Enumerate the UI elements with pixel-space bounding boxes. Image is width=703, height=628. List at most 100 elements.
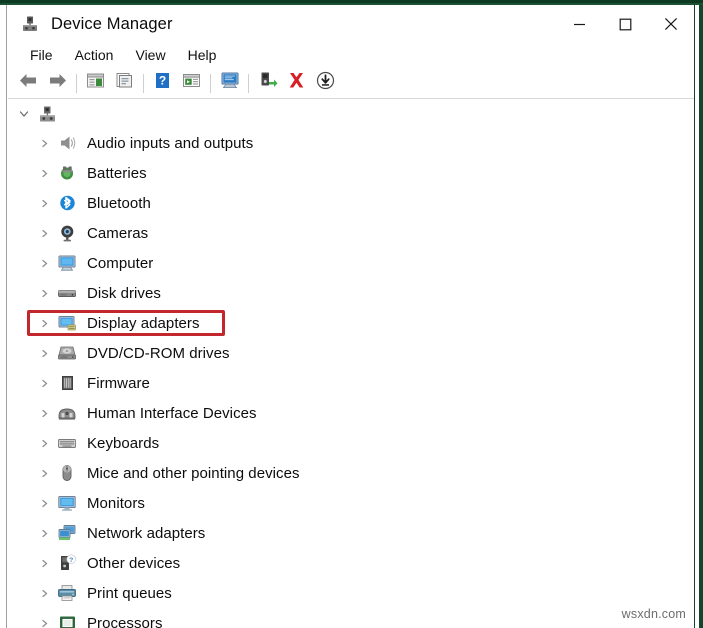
help-button[interactable]: ? (148, 70, 177, 96)
chevron-right-icon[interactable] (35, 164, 53, 182)
computer-icon (56, 253, 78, 273)
minimize-button[interactable] (556, 5, 602, 43)
properties-icon (115, 72, 134, 94)
menu-item-view[interactable]: View (124, 45, 176, 66)
chevron-right-icon[interactable] (35, 434, 53, 452)
install-legacy-hardware-button[interactable] (311, 70, 340, 96)
tree-item-label: Batteries (87, 165, 147, 182)
processor-icon (56, 613, 78, 628)
uninstall-device-button[interactable] (282, 70, 311, 96)
device-tree[interactable]: Audio inputs and outputs Batteries (9, 100, 693, 628)
chevron-right-icon[interactable] (35, 524, 53, 542)
menu-bar: File Action View Help (8, 43, 694, 68)
chevron-right-icon[interactable] (35, 374, 53, 392)
tree-item-print-queues[interactable]: Print queues (9, 578, 693, 608)
back-arrow-icon (18, 72, 39, 94)
enable-device-button[interactable] (253, 70, 282, 96)
back-button[interactable] (14, 70, 43, 96)
forward-arrow-icon (47, 72, 68, 94)
enable-device-icon (258, 71, 278, 95)
tree-item-cameras[interactable]: Cameras (9, 218, 693, 248)
camera-icon (56, 223, 78, 243)
bluetooth-icon (56, 193, 78, 213)
disk-drive-icon (56, 283, 78, 303)
chevron-right-icon[interactable] (35, 614, 53, 628)
chevron-right-icon[interactable] (35, 284, 53, 302)
tree-item-label: Print queues (87, 585, 172, 602)
properties-button[interactable] (110, 70, 139, 96)
tree-item-label: Disk drives (87, 285, 161, 302)
menu-item-help[interactable]: Help (177, 45, 228, 66)
tree-item-other-devices[interactable]: ? Other devices (9, 548, 693, 578)
close-button[interactable] (648, 5, 694, 43)
tree-item-label: Processors (87, 615, 163, 628)
chevron-right-icon[interactable] (35, 404, 53, 422)
watermark: wsxdn.com (622, 607, 686, 621)
download-circle-icon (316, 71, 335, 95)
show-hide-console-tree-button[interactable] (81, 70, 110, 96)
tree-item-label: Other devices (87, 555, 180, 572)
scan-for-hardware-changes-button[interactable] (215, 70, 244, 96)
other-device-icon: ? (56, 553, 78, 573)
chevron-right-icon[interactable] (35, 344, 53, 362)
display-adapter-icon (56, 313, 78, 333)
tree-item-label: Keyboards (87, 435, 159, 452)
printer-icon (56, 583, 78, 603)
red-x-icon (287, 71, 306, 95)
device-manager-window: Device Manager File Action View Help (0, 0, 703, 628)
tree-item-network-adapters[interactable]: Network adapters (9, 518, 693, 548)
toolbar: ? (8, 68, 694, 99)
tree-item-label: Firmware (87, 375, 150, 392)
chevron-right-icon[interactable] (35, 134, 53, 152)
battery-icon (56, 163, 78, 183)
tree-item-disk-drives[interactable]: Disk drives (9, 278, 693, 308)
svg-text:?: ? (159, 73, 166, 87)
chevron-right-icon[interactable] (35, 494, 53, 512)
menu-item-file[interactable]: File (19, 45, 64, 66)
tree-item-label: Mice and other pointing devices (87, 465, 300, 482)
tree-item-label: Cameras (87, 225, 148, 242)
keyboard-icon (56, 433, 78, 453)
chevron-down-icon[interactable] (15, 105, 33, 123)
tree-item-monitors[interactable]: Monitors (9, 488, 693, 518)
tree-item-firmware[interactable]: Firmware (9, 368, 693, 398)
tree-item-keyboards[interactable]: Keyboards (9, 428, 693, 458)
tree-item-dvd-cd-rom-drives[interactable]: DVD/CD-ROM drives (9, 338, 693, 368)
tree-root-row[interactable] (9, 100, 693, 128)
tree-item-batteries[interactable]: Batteries (9, 158, 693, 188)
tree-item-audio-inputs-and-outputs[interactable]: Audio inputs and outputs (9, 128, 693, 158)
tree-item-label: Monitors (87, 495, 145, 512)
toolbar-separator-4 (248, 74, 249, 93)
tree-item-label: Audio inputs and outputs (87, 135, 253, 152)
maximize-button[interactable] (602, 5, 648, 43)
update-driver-icon (182, 72, 201, 94)
device-manager-icon (21, 15, 39, 33)
network-adapter-icon (56, 523, 78, 543)
chevron-right-icon[interactable] (35, 554, 53, 572)
svg-text:?: ? (69, 557, 73, 564)
tree-item-human-interface-devices[interactable]: Human Interface Devices (9, 398, 693, 428)
window-title: Device Manager (51, 15, 173, 34)
menu-item-action[interactable]: Action (64, 45, 125, 66)
forward-button[interactable] (43, 70, 72, 96)
window-left-edge (0, 5, 7, 628)
chevron-right-icon[interactable] (35, 194, 53, 212)
tree-item-mice-and-other-pointing-devices[interactable]: Mice and other pointing devices (9, 458, 693, 488)
chevron-right-icon[interactable] (35, 314, 53, 332)
title-bar: Device Manager (8, 5, 694, 43)
hid-icon (56, 403, 78, 423)
chevron-right-icon[interactable] (35, 224, 53, 242)
tree-item-bluetooth[interactable]: Bluetooth (9, 188, 693, 218)
tree-item-computer[interactable]: Computer (9, 248, 693, 278)
tree-item-label: Bluetooth (87, 195, 151, 212)
update-driver-button[interactable] (177, 70, 206, 96)
tree-item-display-adapters[interactable]: Display adapters (9, 308, 693, 338)
chevron-right-icon[interactable] (35, 254, 53, 272)
firmware-icon (56, 373, 78, 393)
window-controls (556, 5, 694, 43)
chevron-right-icon[interactable] (35, 464, 53, 482)
tree-item-processors[interactable]: Processors (9, 608, 693, 628)
chevron-right-icon[interactable] (35, 584, 53, 602)
dvd-drive-icon (56, 343, 78, 363)
tree-item-label: Computer (87, 255, 153, 272)
